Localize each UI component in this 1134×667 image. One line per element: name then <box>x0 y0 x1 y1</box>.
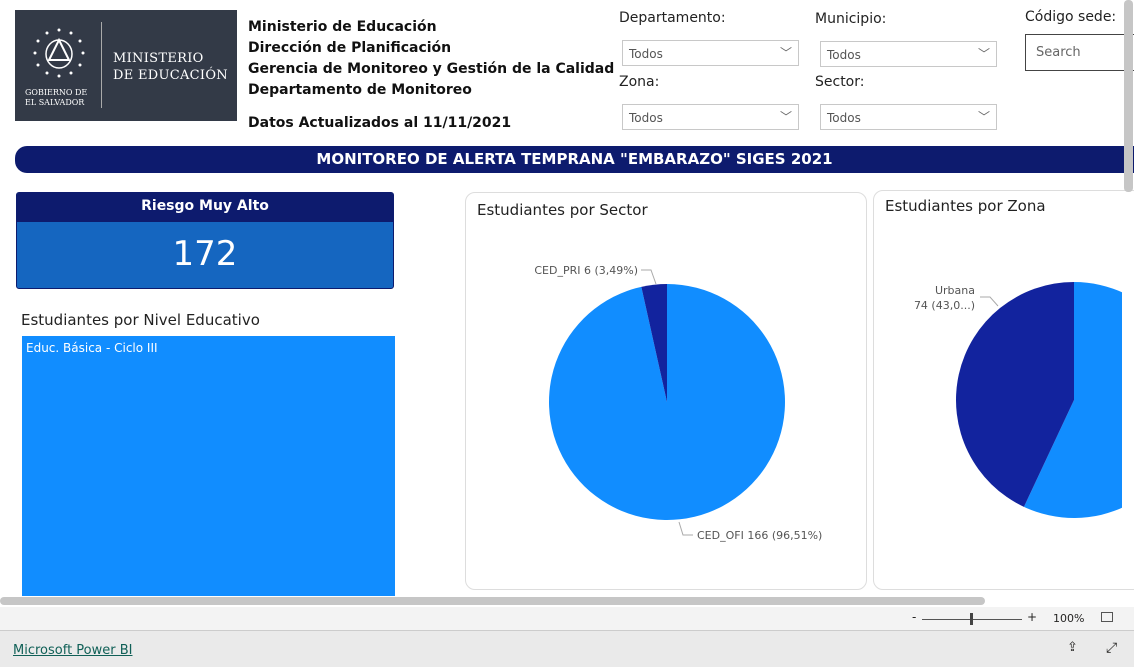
zoom-slider-thumb[interactable] <box>970 613 973 625</box>
pie-label-urbana: Urbana <box>935 284 975 297</box>
zoom-in-button[interactable]: + <box>1027 610 1037 624</box>
power-bi-link[interactable]: Microsoft Power BI <box>13 643 132 658</box>
pie-label-pri: CED_PRI 6 (3,49%) <box>534 264 638 277</box>
zoom-level: 100% <box>1053 612 1085 625</box>
share-icon[interactable]: ⇪ <box>1067 640 1078 655</box>
zoom-bar: - + 100% <box>0 607 1134 631</box>
leader-line <box>678 521 693 536</box>
zoom-out-button[interactable]: - <box>912 610 916 624</box>
leader-line <box>980 296 999 307</box>
horizontal-scrollbar[interactable] <box>0 597 985 605</box>
pie-label-urbana-value: 74 (43,0...) <box>914 299 975 312</box>
pie-charts: CED_PRI 6 (3,49%) CED_OFI 166 (96,51%) U… <box>534 264 1122 542</box>
pie-label-ofi: CED_OFI 166 (96,51%) <box>697 529 822 542</box>
footer: Microsoft Power BI ⇪ ⤢ <box>0 631 1134 667</box>
leader-line <box>641 269 657 285</box>
fullscreen-icon[interactable]: ⤢ <box>1106 640 1117 656</box>
vertical-scrollbar[interactable] <box>1124 0 1133 192</box>
fit-to-page-icon[interactable] <box>1101 612 1113 622</box>
